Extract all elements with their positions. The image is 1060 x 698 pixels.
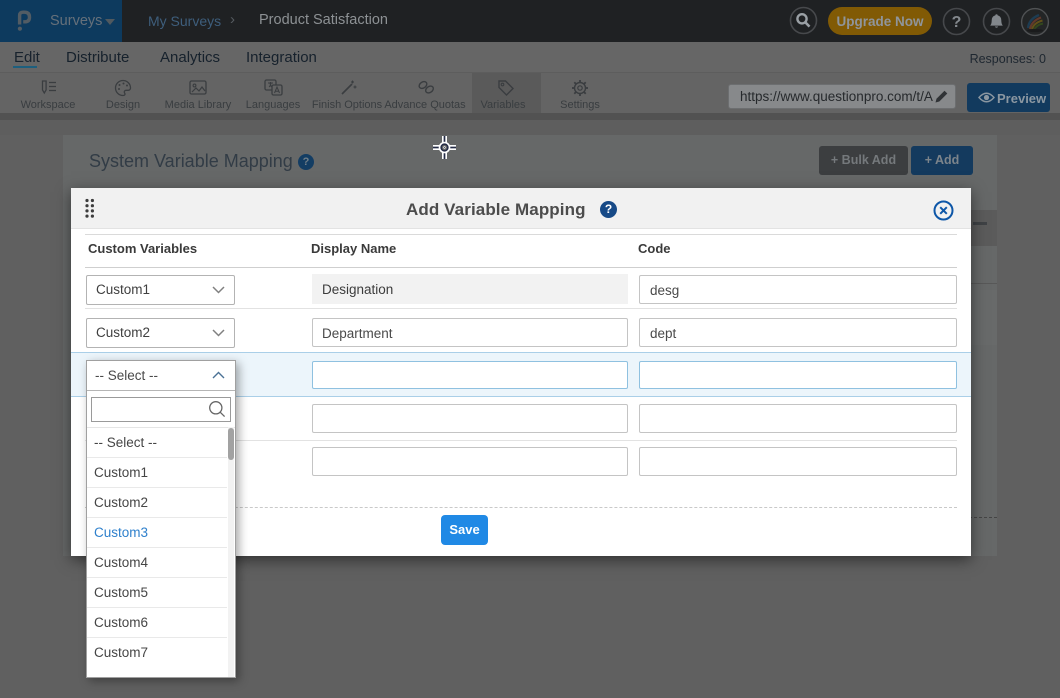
svg-text:?: ? — [952, 14, 962, 31]
